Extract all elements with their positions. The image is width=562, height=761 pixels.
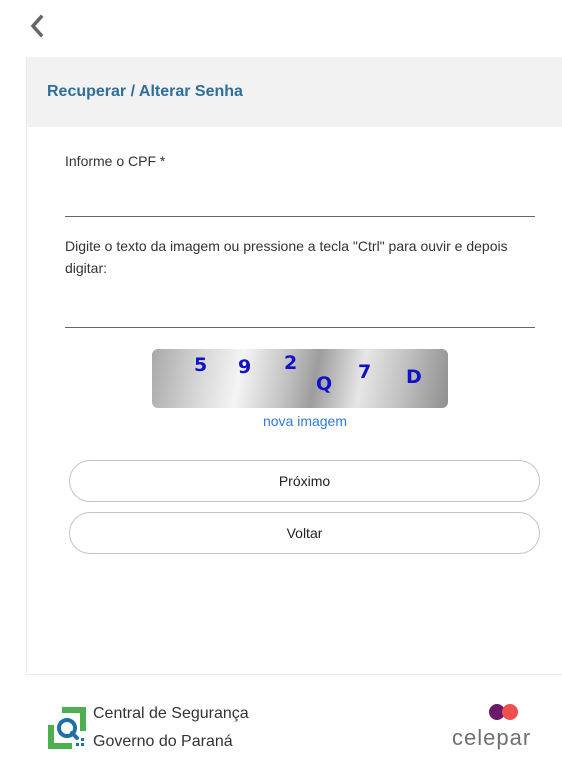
- page: Recuperar / Alterar Senha Informe o CPF …: [0, 0, 562, 761]
- footer-line-1: Central de Segurança: [93, 705, 249, 722]
- captcha-char: D: [406, 366, 422, 388]
- captcha-char: 7: [358, 361, 372, 383]
- footer-line-2: Governo do Paraná: [93, 733, 233, 750]
- captcha-char: 5: [194, 354, 208, 376]
- captcha-char: 9: [238, 356, 252, 378]
- captcha-char: Q: [316, 373, 333, 395]
- captcha-instruction: Digite o texto da imagem ou pressione a …: [65, 238, 508, 276]
- back-button[interactable]: Voltar: [69, 512, 540, 554]
- new-image-link[interactable]: nova imagem: [27, 413, 562, 429]
- celepar-logo-icon: [489, 704, 518, 720]
- chevron-left-icon: [30, 14, 44, 38]
- central-seguranca-logo-icon: [48, 707, 86, 749]
- captcha-char: 2: [284, 352, 298, 374]
- captcha-input[interactable]: [65, 300, 535, 328]
- page-title: Recuperar / Alterar Senha: [47, 83, 243, 100]
- back-chevron-button[interactable]: [24, 12, 50, 40]
- recovery-card: Recuperar / Alterar Senha Informe o CPF …: [26, 57, 562, 675]
- celepar-brand: celepar: [452, 725, 532, 750]
- cpf-label: Informe o CPF *: [65, 153, 166, 169]
- next-button[interactable]: Próximo: [69, 460, 540, 502]
- card-header: Recuperar / Alterar Senha: [27, 57, 562, 127]
- captcha-image: 5 9 2 Q 7 D: [152, 349, 448, 408]
- cpf-input[interactable]: [65, 189, 535, 217]
